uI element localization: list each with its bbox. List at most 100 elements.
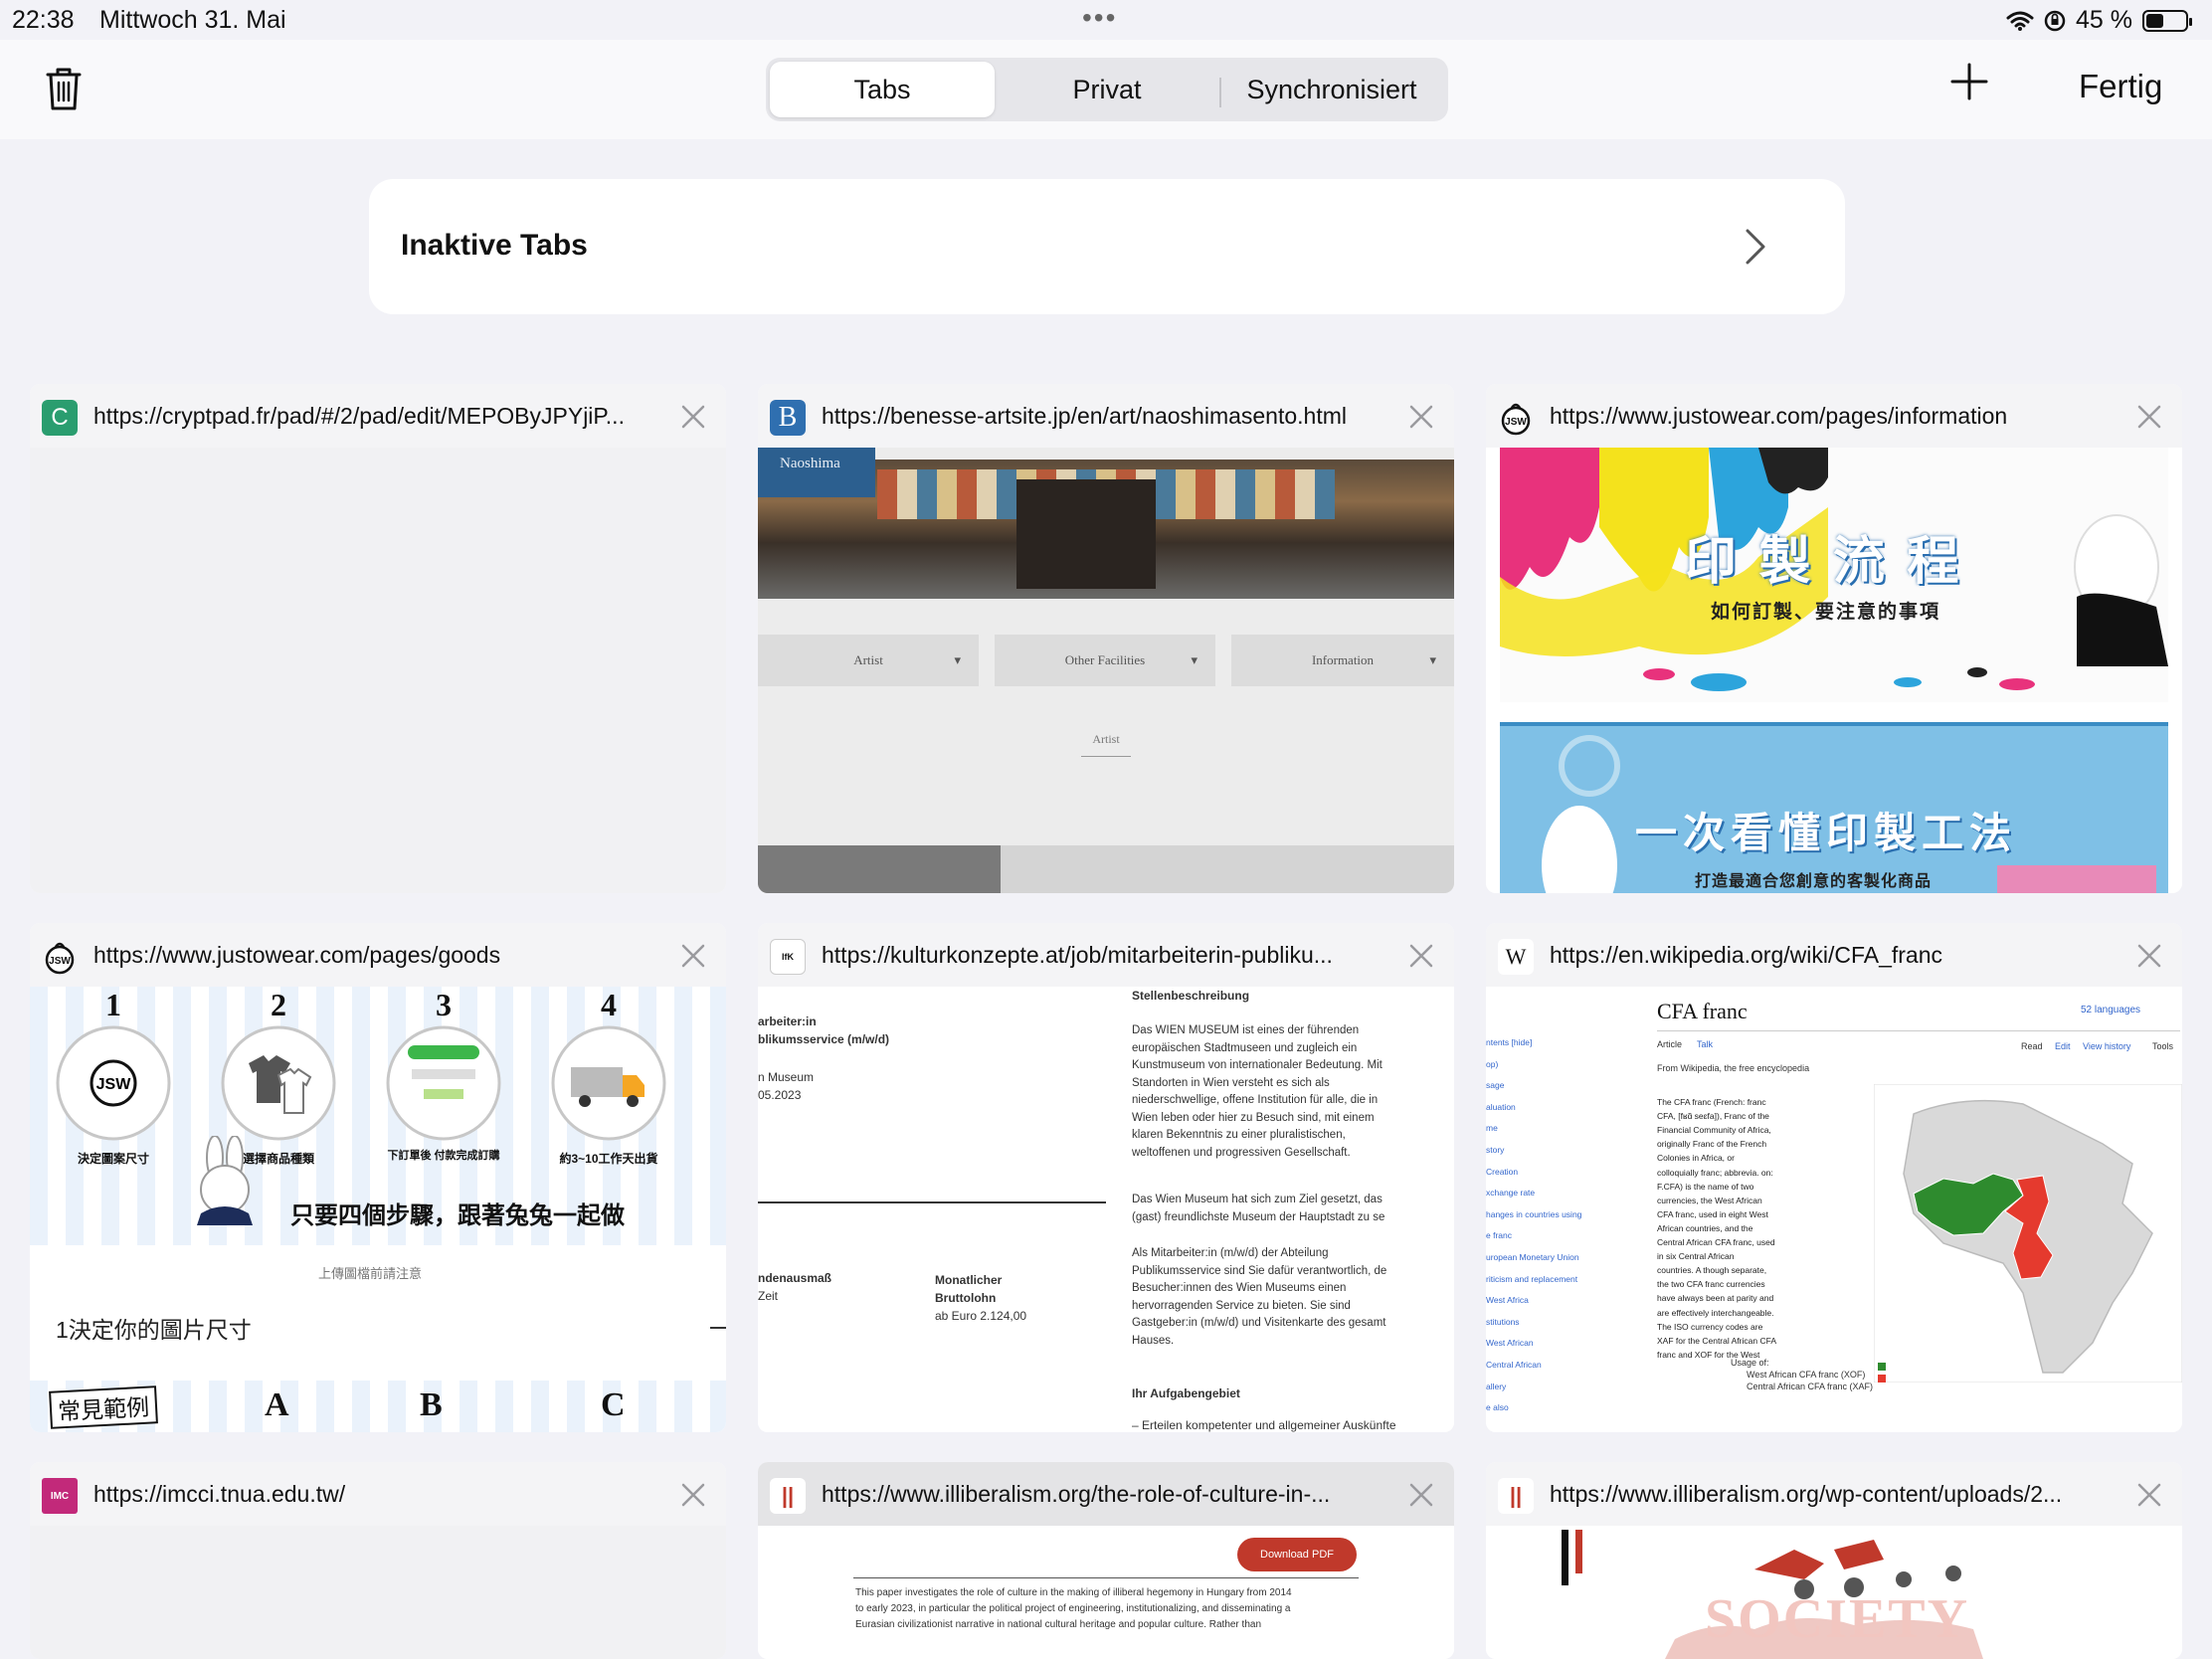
- tab-overview-toolbar: Tabs Privat Synchronisiert Fertig: [0, 40, 2212, 139]
- close-icon[interactable]: [680, 404, 706, 430]
- tab-url: https://imcci.tnua.edu.tw/: [93, 1481, 346, 1507]
- salary-value: ab Euro 2.124,00: [935, 1309, 1027, 1323]
- hours-label: ndenausmaß: [758, 1271, 832, 1285]
- close-icon[interactable]: [1408, 404, 1434, 430]
- battery-level: [2146, 13, 2164, 28]
- tab-url: https://www.justowear.com/pages/goods: [93, 942, 501, 968]
- tab-url: https://benesse-artsite.jp/en/art/naoshi…: [822, 403, 1348, 429]
- new-tab-icon[interactable]: [1949, 62, 1989, 101]
- paragraph-line: Das WIEN MUSEUM ist eines der führenden: [1132, 1024, 1360, 1036]
- multitasking-dots-icon[interactable]: •••: [1082, 2, 1117, 34]
- close-icon[interactable]: [1408, 943, 1434, 969]
- tab-url: https://cryptpad.fr/pad/#/2/pad/edit/MEP…: [93, 403, 625, 429]
- inactive-tabs-row[interactable]: Inaktive Tabs: [369, 179, 1845, 314]
- wiki-from: From Wikipedia, the free encyclopedia: [1657, 1063, 1810, 1073]
- paragraph-line: europäischen Stadtmuseen und zugleich ei…: [1132, 1041, 1358, 1054]
- close-icon[interactable]: [680, 1482, 706, 1508]
- paragraph-line: Als Mitarbeiter:in (m/w/d) der Abteilung: [1132, 1247, 1329, 1259]
- tab-card[interactable]: JSW https://www.justowear.com/pages/good…: [30, 923, 726, 1432]
- wiki-paragraph-line: CFA, [fʁɑ̃ seɛfa]), Franc of the: [1657, 1111, 1769, 1122]
- wiki-contents-item: aluation: [1486, 1101, 1516, 1112]
- menu-artist[interactable]: Artist ▾: [758, 635, 979, 686]
- artist-subtitle: Artist: [1092, 732, 1120, 746]
- example-c: C: [601, 1386, 626, 1423]
- wiki-languages-link[interactable]: 52 languages: [2081, 1005, 2140, 1015]
- tab-card[interactable]: B https://benesse-artsite.jp/en/art/naos…: [758, 384, 1454, 893]
- tab-card-header: || https://www.illiberalism.org/the-role…: [758, 1462, 1454, 1526]
- menu-information[interactable]: Information ▾: [1231, 635, 1454, 686]
- wiki-contents-item: Central African: [1486, 1360, 1542, 1370]
- tab-card[interactable]: W https://en.wikipedia.org/wiki/CFA_fran…: [1486, 923, 2182, 1432]
- wiki-contents-item: xchange rate: [1486, 1188, 1536, 1198]
- tab-card-header: || https://www.illiberalism.org/wp-conte…: [1486, 1462, 2182, 1526]
- printing-process-banner: 印 製 流 程 如何訂製、要注意的事項: [1500, 448, 2168, 702]
- naoshima-banner: Naoshima: [758, 448, 875, 497]
- wiki-paragraph-line: XAF for the Central African CFA: [1657, 1335, 1776, 1346]
- tab-card[interactable]: C https://cryptpad.fr/pad/#/2/pad/edit/M…: [30, 384, 726, 893]
- tab-preview: ntents [hide] op) sage aluation me story Creat…: [1486, 987, 2182, 1432]
- hours-value: Zeit: [758, 1289, 779, 1303]
- tab-card[interactable]: IfK https://kulturkonzepte.at/job/mitarb…: [758, 923, 1454, 1432]
- wiki-contents-item: West African: [1486, 1338, 1534, 1349]
- cryptpad-favicon-icon: C: [42, 400, 78, 436]
- menu-other-facilities[interactable]: Other Facilities ▾: [995, 635, 1215, 686]
- wiki-article-title: CFA franc: [1657, 999, 1748, 1023]
- printing-process-heading: 印 製 流 程: [1685, 533, 1963, 591]
- done-button[interactable]: Fertig: [2079, 68, 2162, 105]
- tab-card-header: JSW https://www.justowear.com/pages/good…: [30, 923, 726, 987]
- segment-synced[interactable]: Synchronisiert: [1219, 62, 1444, 117]
- example-a: A: [265, 1386, 289, 1423]
- paragraph-line: Kunstmuseum von internationaler Bedeutun…: [1132, 1059, 1382, 1071]
- steps-slogan: 只要四個步驟，跟著兔兔一起做: [290, 1202, 625, 1229]
- paragraph-line: Das Wien Museum hat sich zum Ziel gesetz…: [1132, 1194, 1382, 1205]
- orientation-lock-icon: [2044, 10, 2066, 31]
- battery-percent: 45 %: [2076, 6, 2132, 34]
- wiki-paragraph-line: the two CFA franc currencies: [1657, 1279, 1765, 1290]
- paragraph-line: Gastgeber:in (m/w/d) und Visitenkarte de…: [1132, 1317, 1386, 1329]
- wiki-tab-article[interactable]: Article: [1657, 1038, 1682, 1052]
- tab-card[interactable]: JSW https://www.justowear.com/pages/info…: [1486, 384, 2182, 893]
- wiki-action-read[interactable]: Read: [2021, 1040, 2043, 1054]
- society-art-text: SOCIETY: [1705, 1588, 1970, 1650]
- justowear-favicon-icon: JSW: [45, 942, 75, 975]
- tab-card[interactable]: IMC https://imcci.tnua.edu.tw/: [30, 1462, 726, 1659]
- divider: [1657, 1030, 2180, 1031]
- job-date: 05.2023: [758, 1088, 802, 1102]
- svg-text:JSW: JSW: [96, 1076, 132, 1093]
- progress-fill: [758, 845, 1001, 893]
- segment-private[interactable]: Privat: [995, 62, 1219, 117]
- tab-group-selector: Tabs Privat Synchronisiert: [766, 58, 1448, 121]
- wiki-contents-item: e franc: [1486, 1230, 1512, 1241]
- trash-icon[interactable]: [44, 66, 84, 111]
- tab-card[interactable]: || https://www.illiberalism.org/wp-conte…: [1486, 1462, 2182, 1659]
- imcci-favicon-icon: IMC: [42, 1478, 78, 1514]
- wiki-paragraph-line: Colonies in Africa, or: [1657, 1153, 1735, 1164]
- close-icon[interactable]: [680, 943, 706, 969]
- close-icon[interactable]: [2136, 404, 2162, 430]
- battery-icon: [2142, 9, 2192, 32]
- tab-preview: SOCIETY: [1486, 1526, 2182, 1659]
- example-b: B: [420, 1386, 443, 1423]
- close-icon[interactable]: [2136, 1482, 2162, 1508]
- wiki-action-edit[interactable]: Edit: [2055, 1040, 2071, 1054]
- download-pdf-button[interactable]: Download PDF: [1237, 1538, 1357, 1571]
- wiki-paragraph-line: are effectively interchangeable.: [1657, 1307, 1774, 1318]
- wiki-action-tools[interactable]: Tools: [2152, 1040, 2173, 1054]
- tab-card-header: B https://benesse-artsite.jp/en/art/naos…: [758, 384, 1454, 448]
- wiki-action-history[interactable]: View history: [2083, 1040, 2130, 1054]
- examples-label: 常見範例: [49, 1385, 158, 1429]
- wiki-contents-item: hanges in countries using: [1486, 1208, 1582, 1219]
- paragraph-line: Wien leben oder hier zu Besuch sind, mit…: [1132, 1111, 1375, 1124]
- close-icon[interactable]: [1408, 1482, 1434, 1508]
- job-title-1: arbeiter:in: [758, 1014, 817, 1028]
- wiki-contents-item: riticism and replacement: [1486, 1273, 1578, 1284]
- tab-url: https://www.illiberalism.org/wp-content/…: [1550, 1481, 2063, 1507]
- segment-tabs[interactable]: Tabs: [770, 62, 995, 117]
- tab-preview: [30, 1526, 726, 1659]
- employer: n Museum: [758, 1070, 815, 1084]
- wiki-paragraph-line: colloquially franc; abbrevia. on:: [1657, 1167, 1773, 1178]
- close-icon[interactable]: [2136, 943, 2162, 969]
- tab-card[interactable]: || https://www.illiberalism.org/the-role…: [758, 1462, 1454, 1659]
- wiki-tab-talk[interactable]: Talk: [1697, 1038, 1713, 1052]
- tab-card-header: W https://en.wikipedia.org/wiki/CFA_fran…: [1486, 923, 2182, 987]
